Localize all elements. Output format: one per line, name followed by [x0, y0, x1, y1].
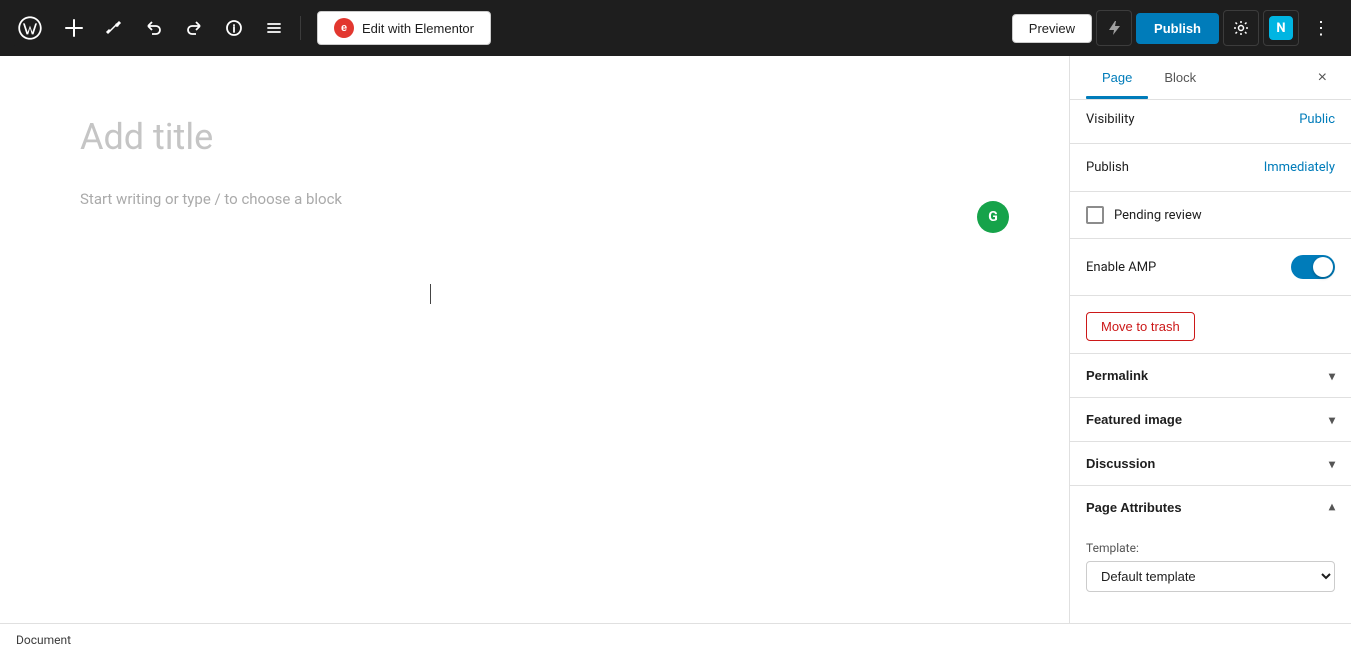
enable-amp-toggle[interactable]: [1291, 255, 1335, 279]
main-area: Add title Start writing or type / to cho…: [0, 56, 1351, 623]
page-attributes-section: Page Attributes ▾ Template: Default temp…: [1070, 485, 1351, 608]
edit-with-elementor-button[interactable]: e Edit with Elementor: [317, 11, 491, 45]
editor-body-placeholder[interactable]: Start writing or type / to choose a bloc…: [80, 190, 989, 208]
cursor: [430, 284, 431, 304]
permalink-accordion-header[interactable]: Permalink ▾: [1070, 354, 1351, 397]
page-attributes-chevron-icon: ▾: [1329, 501, 1335, 515]
settings-button[interactable]: [1223, 10, 1259, 46]
toolbar: e Edit with Elementor Preview Publish N …: [0, 0, 1351, 56]
wp-logo[interactable]: [12, 10, 48, 46]
redo-button[interactable]: [176, 10, 212, 46]
undo-button[interactable]: [136, 10, 172, 46]
discussion-accordion-header[interactable]: Discussion ▾: [1070, 442, 1351, 485]
lightning-button[interactable]: [1096, 10, 1132, 46]
divider-1: [1070, 143, 1351, 144]
divider-2: [1070, 191, 1351, 192]
editor-area[interactable]: Add title Start writing or type / to cho…: [0, 56, 1069, 623]
sidebar-tabs: Page Block ×: [1070, 56, 1351, 100]
permalink-section: Permalink ▾: [1070, 353, 1351, 397]
tools-button[interactable]: [96, 10, 132, 46]
publish-schedule-row: Publish Immediately: [1070, 148, 1351, 187]
divider-4: [1070, 295, 1351, 296]
discussion-label: Discussion: [1086, 456, 1155, 471]
pending-review-row: Pending review: [1070, 196, 1351, 234]
sidebar-close-button[interactable]: ×: [1310, 61, 1335, 95]
elementor-icon: e: [334, 18, 354, 38]
featured-image-chevron-icon: ▾: [1329, 413, 1335, 427]
list-view-button[interactable]: [256, 10, 292, 46]
permalink-label: Permalink: [1086, 368, 1148, 383]
sidebar: Page Block × Visibility Public Publish I…: [1069, 56, 1351, 623]
page-attributes-label: Page Attributes: [1086, 500, 1182, 515]
preview-button[interactable]: Preview: [1012, 14, 1092, 43]
featured-image-accordion-header[interactable]: Featured image ▾: [1070, 398, 1351, 441]
more-options-button[interactable]: ⋮: [1303, 10, 1339, 46]
visibility-label: Visibility: [1086, 112, 1135, 127]
plugin-button[interactable]: N: [1263, 10, 1299, 46]
page-attributes-accordion-header[interactable]: Page Attributes ▾: [1070, 486, 1351, 529]
info-button[interactable]: [216, 10, 252, 46]
bottom-bar-label: Document: [16, 633, 71, 647]
grammarly-icon: G: [977, 201, 1009, 233]
discussion-chevron-icon: ▾: [1329, 457, 1335, 471]
enable-amp-row: Enable AMP: [1070, 243, 1351, 291]
toggle-knob: [1313, 257, 1333, 277]
template-select[interactable]: Default template Blank Page Elementor Ca…: [1086, 561, 1335, 592]
discussion-section: Discussion ▾: [1070, 441, 1351, 485]
add-block-button[interactable]: [56, 10, 92, 46]
plugin-icon: N: [1269, 16, 1293, 40]
publish-button[interactable]: Publish: [1136, 13, 1219, 44]
publish-label: Publish: [1086, 160, 1129, 175]
featured-image-section: Featured image ▾: [1070, 397, 1351, 441]
bottom-bar: Document: [0, 623, 1351, 655]
pending-review-label[interactable]: Pending review: [1114, 208, 1202, 223]
featured-image-label: Featured image: [1086, 412, 1182, 427]
visibility-row: Visibility Public: [1070, 100, 1351, 139]
permalink-chevron-icon: ▾: [1329, 369, 1335, 383]
move-to-trash-row: Move to trash: [1070, 300, 1351, 353]
tab-page[interactable]: Page: [1086, 56, 1148, 99]
sidebar-content: Visibility Public Publish Immediately Pe…: [1070, 100, 1351, 623]
divider-3: [1070, 238, 1351, 239]
enable-amp-label: Enable AMP: [1086, 260, 1156, 275]
template-label: Template:: [1086, 541, 1335, 555]
tab-block[interactable]: Block: [1148, 56, 1212, 99]
visibility-value[interactable]: Public: [1299, 112, 1335, 127]
elementor-btn-label: Edit with Elementor: [362, 21, 474, 36]
post-title[interactable]: Add title: [80, 116, 989, 158]
publish-value[interactable]: Immediately: [1264, 160, 1335, 175]
template-section: Template: Default template Blank Page El…: [1070, 529, 1351, 608]
move-to-trash-button[interactable]: Move to trash: [1086, 312, 1195, 341]
pending-review-checkbox[interactable]: [1086, 206, 1104, 224]
separator: [300, 16, 301, 40]
